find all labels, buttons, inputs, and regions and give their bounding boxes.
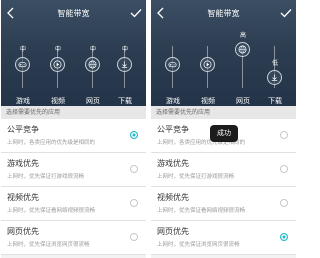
option-title: 网页优先 [7,227,39,236]
radio-video[interactable] [130,199,138,207]
option-video[interactable]: 视频优先 上网时，优先保证看网络视频很流畅 [151,187,296,221]
confirm-check-icon[interactable] [280,7,292,19]
section-title: 选择需要优先的应用 [1,106,146,119]
slider-knob[interactable] [85,57,100,72]
confirm-check-icon[interactable] [130,7,142,19]
slider-label: 下载 [268,97,282,105]
right-screen: 智能带宽 游戏 视频 高 网页 低 下载 选择需要优先的应用 公平竞争 上网时，… [151,0,296,258]
radio-game[interactable] [130,165,138,173]
slider-label: 网页 [86,97,100,105]
header-bar: 智能带宽 [1,0,146,26]
option-desc: 上网时，优先保证看网络视频很流畅 [157,208,246,214]
option-desc: 上网时，优先保证看网络视频很流畅 [7,208,96,214]
option-desc: 上网时，优先保证浏览网页很流畅 [7,242,90,248]
option-web[interactable]: 网页优先 上网时，优先保证浏览网页很流畅 [1,221,146,255]
slider-knob[interactable] [200,57,215,72]
radio-fair[interactable] [280,131,288,139]
header-bar: 智能带宽 [151,0,296,26]
section-title: 选择需要优先的应用 [151,106,296,119]
slider-download[interactable]: 中 下载 [111,26,139,105]
option-desc: 上网时，优先保证打游戏很流畅 [7,174,85,180]
left-screen: 智能带宽 中 游戏 中 视频 中 网页 中 下载 选择需要优先的应用 公平竞争 … [1,0,146,258]
option-desc: 上网时，各类应用的优先级是相同的 [7,140,96,146]
page-title: 智能带宽 [57,9,90,18]
option-fair[interactable]: 公平竞争 上网时，各类应用的优先级是相同的 [1,119,146,153]
option-web[interactable]: 网页优先 上网时，优先保证浏览网页很流畅 [151,221,296,255]
slider-level: 低 [271,60,278,67]
back-icon[interactable] [155,7,167,19]
option-game[interactable]: 游戏优先 上网时，优先保证打游戏很流畅 [1,153,146,187]
slider-game[interactable]: 中 游戏 [9,26,37,105]
slider-video[interactable]: 视频 [194,26,222,105]
option-title: 网页优先 [157,227,189,236]
radio-web[interactable] [280,233,288,241]
slider-game[interactable]: 游戏 [159,26,187,105]
slider-knob[interactable] [235,42,250,57]
slider-level: 中 [19,46,26,53]
slider-level: 高 [239,32,246,39]
slider-level: 中 [121,46,128,53]
radio-game[interactable] [280,165,288,173]
radio-web[interactable] [130,233,138,241]
slider-knob[interactable] [50,57,65,72]
slider-knob[interactable] [117,57,132,72]
back-icon[interactable] [5,7,17,19]
slider-label: 网页 [236,97,250,105]
slider-label: 游戏 [166,97,180,105]
option-title: 游戏优先 [157,159,189,168]
globe-icon [88,60,97,69]
play-icon [203,60,212,69]
option-desc: 上网时，优先保证浏览网页很流畅 [157,242,240,248]
slider-web[interactable]: 高 网页 [229,26,257,105]
gamepad-icon [168,62,177,68]
slider-label: 视频 [51,97,65,105]
option-title: 视频优先 [7,193,39,202]
slider-web[interactable]: 中 网页 [79,26,107,105]
option-video[interactable]: 视频优先 上网时，优先保证看网络视频很流畅 [1,187,146,221]
success-toast: 成功 [210,125,238,142]
gamepad-icon [18,62,27,68]
slider-label: 视频 [201,97,215,105]
option-title: 公平竞争 [7,125,39,134]
slider-label: 游戏 [16,97,30,105]
play-icon [53,60,62,69]
option-title: 游戏优先 [7,159,39,168]
option-title: 视频优先 [157,193,189,202]
download-icon [271,74,278,82]
bandwidth-panel: 智能带宽 游戏 视频 高 网页 低 下载 [151,0,296,106]
bandwidth-panel: 智能带宽 中 游戏 中 视频 中 网页 中 下载 [1,0,146,106]
radio-fair[interactable] [130,131,138,139]
slider-knob[interactable] [165,57,180,72]
download-icon [121,61,128,69]
slider-knob[interactable] [267,70,282,85]
option-desc: 上网时，优先保证打游戏很流畅 [157,174,235,180]
globe-icon [238,45,247,54]
slider-knob[interactable] [15,57,30,72]
slider-label: 下载 [118,97,132,105]
slider-video[interactable]: 中 视频 [44,26,72,105]
slider-level: 中 [89,46,96,53]
slider-level: 中 [54,46,61,53]
option-game[interactable]: 游戏优先 上网时，优先保证打游戏很流畅 [151,153,296,187]
slider-download[interactable]: 低 下载 [261,26,289,105]
radio-video[interactable] [280,199,288,207]
page-title: 智能带宽 [207,9,240,18]
option-title: 公平竞争 [157,125,189,134]
